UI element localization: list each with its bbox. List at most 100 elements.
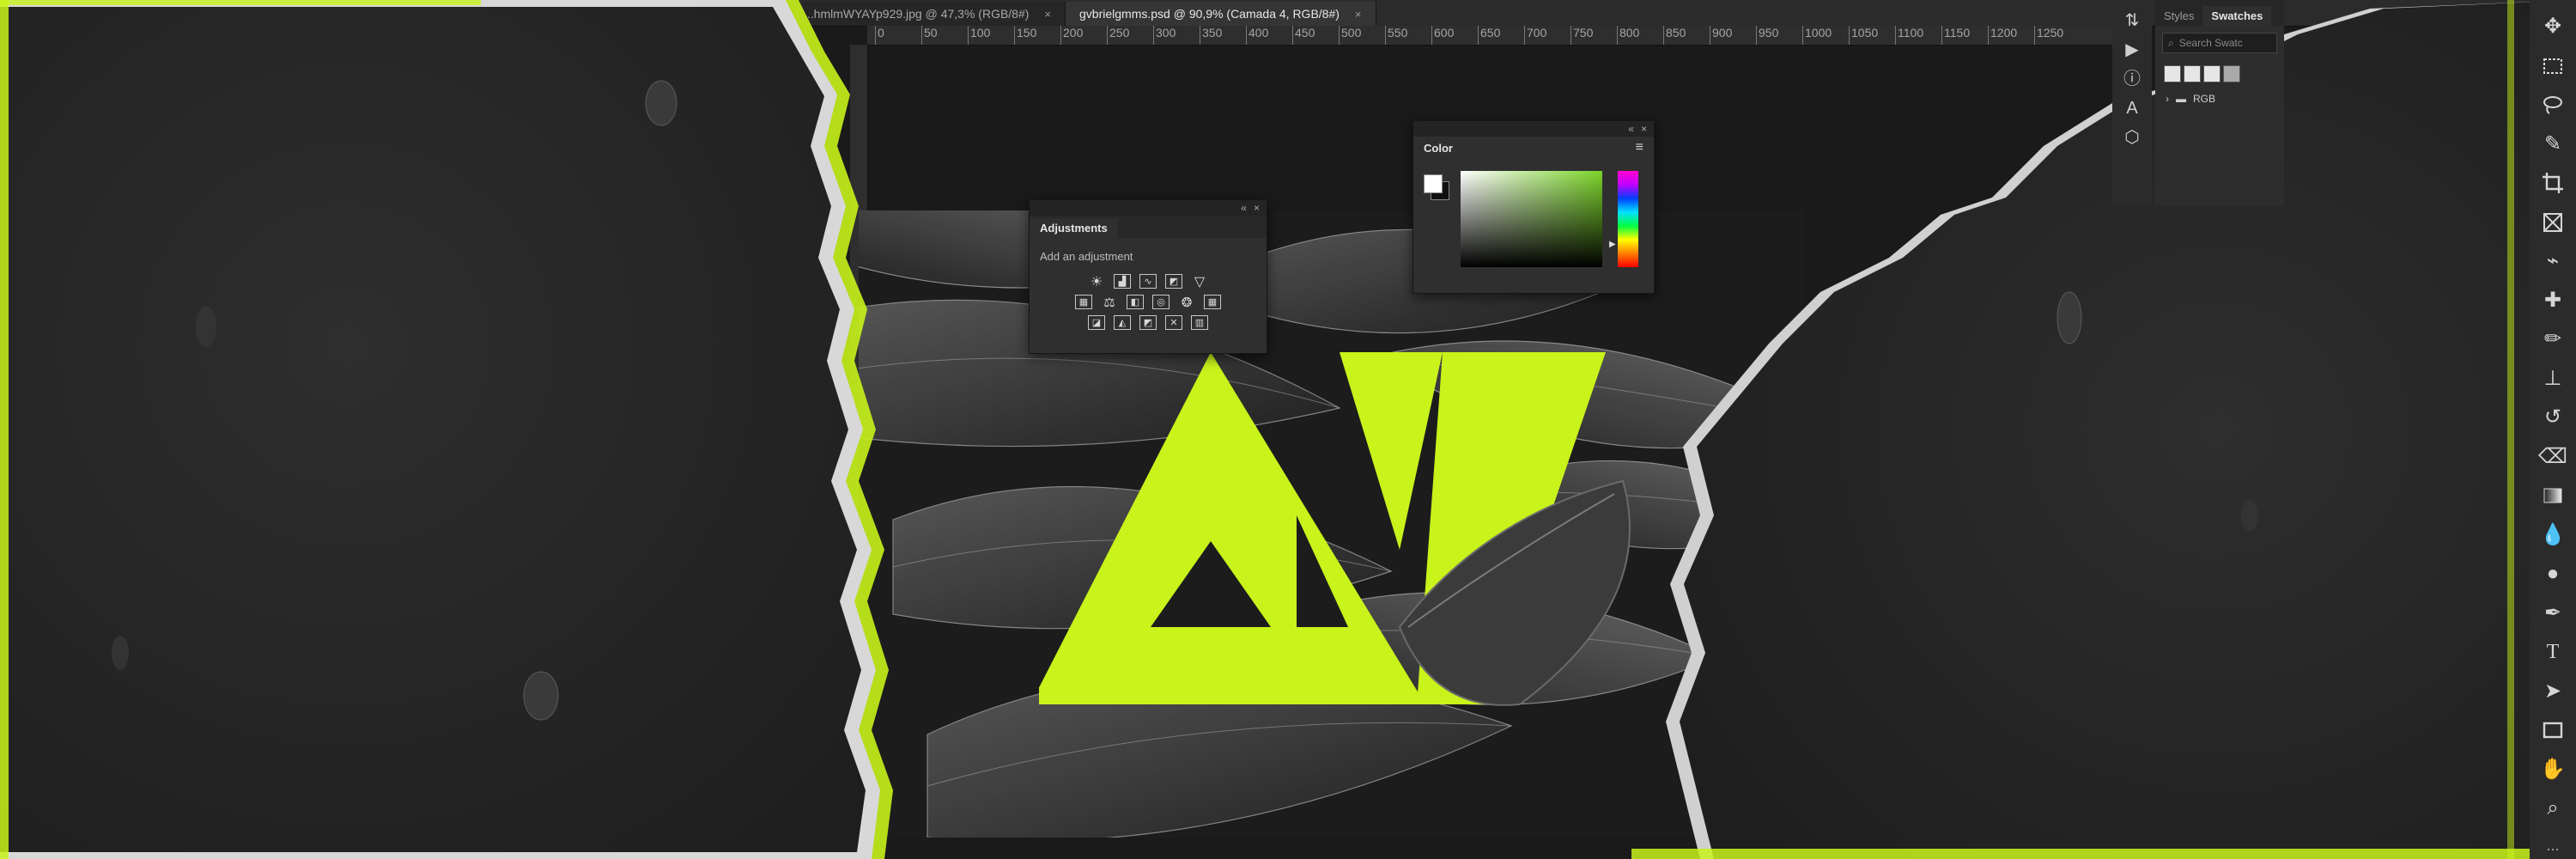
- close-icon[interactable]: ×: [1254, 202, 1260, 214]
- history-brush-icon[interactable]: ↺: [2538, 403, 2567, 432]
- close-icon[interactable]: ×: [1044, 8, 1051, 21]
- rectangle-icon[interactable]: [2538, 716, 2567, 745]
- swatch[interactable]: [2203, 65, 2221, 82]
- torn-paper-right: [1631, 0, 2576, 859]
- selective-color-icon[interactable]: ✕: [1165, 315, 1182, 330]
- av-logo: [1039, 352, 1631, 706]
- eyedropper-icon[interactable]: ⌁: [2538, 247, 2567, 276]
- photo-filter-icon[interactable]: ◎: [1152, 295, 1170, 309]
- panel-menu-icon[interactable]: ≡: [1636, 140, 1643, 155]
- ruler-tick: 100: [967, 26, 991, 45]
- eraser-icon[interactable]: ⌫: [2538, 442, 2567, 472]
- tab-styles[interactable]: Styles: [2155, 6, 2202, 26]
- grunge-edge: [0, 0, 481, 5]
- chevron-right-icon: ›: [2166, 93, 2169, 105]
- ruler-tick: 300: [1152, 26, 1176, 45]
- swatch-folder[interactable]: › ▬ RGB: [2155, 88, 2284, 110]
- adjustment-row: ▦ ⚖ ◧ ◎ ❂ ▦: [1030, 295, 1267, 310]
- brightness-contrast-icon[interactable]: ☀: [1088, 274, 1105, 289]
- recent-swatches: [2155, 60, 2284, 88]
- more-tools-icon[interactable]: ...: [2546, 837, 2559, 855]
- ruler-tick: 750: [1570, 26, 1594, 45]
- gradient-icon[interactable]: [2538, 481, 2567, 510]
- ruler-tick: 450: [1291, 26, 1315, 45]
- zoom-icon[interactable]: ⌕: [2538, 794, 2567, 823]
- ruler-tick: 500: [1338, 26, 1362, 45]
- posterize-icon[interactable]: ◭: [1114, 315, 1131, 330]
- close-icon[interactable]: ×: [1355, 8, 1362, 21]
- panel-titlebar[interactable]: « ×: [1030, 200, 1267, 216]
- crop-icon[interactable]: [2538, 168, 2567, 198]
- panel-header: Color ≡: [1413, 137, 1654, 159]
- ruler-tick: 700: [1523, 26, 1547, 45]
- color-lookup-icon[interactable]: ▦: [1204, 295, 1221, 309]
- swatch[interactable]: [2184, 65, 2201, 82]
- torn-paper-left: [0, 0, 893, 859]
- swatches-panel: Styles Swatches ⌕ Search Swatc › ▬ RGB: [2155, 0, 2284, 206]
- dodge-icon[interactable]: ●: [2538, 559, 2567, 588]
- ruler-tick: 150: [1013, 26, 1037, 45]
- history-icon[interactable]: ⇅: [2125, 12, 2140, 29]
- frame-icon[interactable]: [2538, 208, 2567, 237]
- close-icon[interactable]: ×: [1641, 123, 1647, 135]
- tab-swatches[interactable]: Swatches: [2202, 6, 2272, 26]
- ruler-tick: 600: [1431, 26, 1455, 45]
- folder-label: RGB: [2193, 93, 2216, 105]
- hand-icon[interactable]: ✋: [2538, 755, 2567, 784]
- play-icon[interactable]: ▶: [2125, 41, 2138, 58]
- collapse-icon[interactable]: «: [1628, 123, 1634, 135]
- swatch[interactable]: [2223, 65, 2240, 82]
- color-picker-field[interactable]: [1461, 171, 1602, 267]
- search-icon: ⌕: [2168, 36, 2174, 49]
- blur-icon[interactable]: 💧: [2538, 521, 2567, 550]
- folder-icon: ▬: [2176, 93, 2186, 105]
- info-icon[interactable]: ⓘ: [2123, 70, 2141, 88]
- 3d-icon[interactable]: ⬡: [2124, 129, 2139, 146]
- color-balance-icon[interactable]: ⚖: [1101, 295, 1118, 310]
- collapse-icon[interactable]: «: [1241, 202, 1247, 214]
- pen-icon[interactable]: ✒: [2538, 599, 2567, 628]
- character-icon[interactable]: A: [2126, 100, 2137, 117]
- panel-subtitle: Add an adjustment: [1040, 250, 1133, 263]
- invert-icon[interactable]: ◪: [1088, 315, 1105, 330]
- levels-icon[interactable]: ▟: [1114, 274, 1131, 289]
- clone-stamp-icon[interactable]: ⊥: [2538, 364, 2567, 393]
- tab-adjustments[interactable]: Adjustments: [1030, 218, 1118, 238]
- panel-titlebar[interactable]: « ×: [1413, 121, 1654, 137]
- adjustments-panel: « × Adjustments Add an adjustment ☀ ▟ ∿ …: [1029, 199, 1267, 354]
- brush-icon[interactable]: ✏: [2538, 325, 2567, 354]
- black-white-icon[interactable]: ◧: [1127, 295, 1144, 309]
- marquee-icon[interactable]: [2538, 52, 2567, 81]
- exposure-icon[interactable]: ◩: [1165, 274, 1182, 289]
- threshold-icon[interactable]: ◩: [1139, 315, 1157, 330]
- foreground-color-swatch[interactable]: [1424, 174, 1443, 193]
- ruler-tick: 250: [1106, 26, 1130, 45]
- ruler-tick: 200: [1060, 26, 1084, 45]
- panel-tabs: Adjustments: [1030, 216, 1267, 238]
- curves-icon[interactable]: ∿: [1139, 274, 1157, 289]
- tab-label: gvbrielgmms.psd @ 90,9% (Camada 4, RGB/8…: [1079, 7, 1340, 21]
- vibrance-icon[interactable]: ▦: [1075, 295, 1092, 309]
- hue-slider[interactable]: [1618, 171, 1638, 267]
- healing-brush-icon[interactable]: ✚: [2538, 286, 2567, 315]
- swatch[interactable]: [2164, 65, 2181, 82]
- gradient-triangle-icon[interactable]: ▽: [1191, 274, 1208, 289]
- quick-select-icon[interactable]: ✎: [2538, 130, 2567, 159]
- gradient-map-icon[interactable]: ▥: [1191, 315, 1208, 330]
- type-icon[interactable]: T: [2538, 637, 2567, 667]
- path-select-icon[interactable]: ➤: [2538, 677, 2567, 706]
- ruler-tick: 400: [1245, 26, 1269, 45]
- swatch-search-field[interactable]: ⌕ Search Swatc: [2162, 33, 2277, 53]
- ruler-tick: 650: [1477, 26, 1501, 45]
- search-placeholder: Search Swatc: [2178, 37, 2243, 49]
- adjustment-row: ◪ ◭ ◩ ✕ ▥: [1030, 315, 1267, 330]
- lasso-icon[interactable]: [2538, 90, 2567, 119]
- panel-title[interactable]: Color: [1424, 142, 1453, 155]
- tab-document-2[interactable]: gvbrielgmms.psd @ 90,9% (Camada 4, RGB/8…: [1066, 2, 1376, 26]
- hue-slider-caret-icon[interactable]: ▶: [1609, 240, 1616, 249]
- channel-mixer-icon[interactable]: ❂: [1178, 295, 1195, 310]
- tools-toolbar: ✥ ✎ ⌁ ✚ ✏ ⊥ ↺ ⌫ 💧 ● ✒ T ➤ ✋ ⌕ ...: [2530, 0, 2576, 859]
- color-panel: « × Color ≡ ▶: [1413, 120, 1655, 294]
- grunge-edge: [2507, 0, 2514, 859]
- move-icon[interactable]: ✥: [2538, 12, 2567, 41]
